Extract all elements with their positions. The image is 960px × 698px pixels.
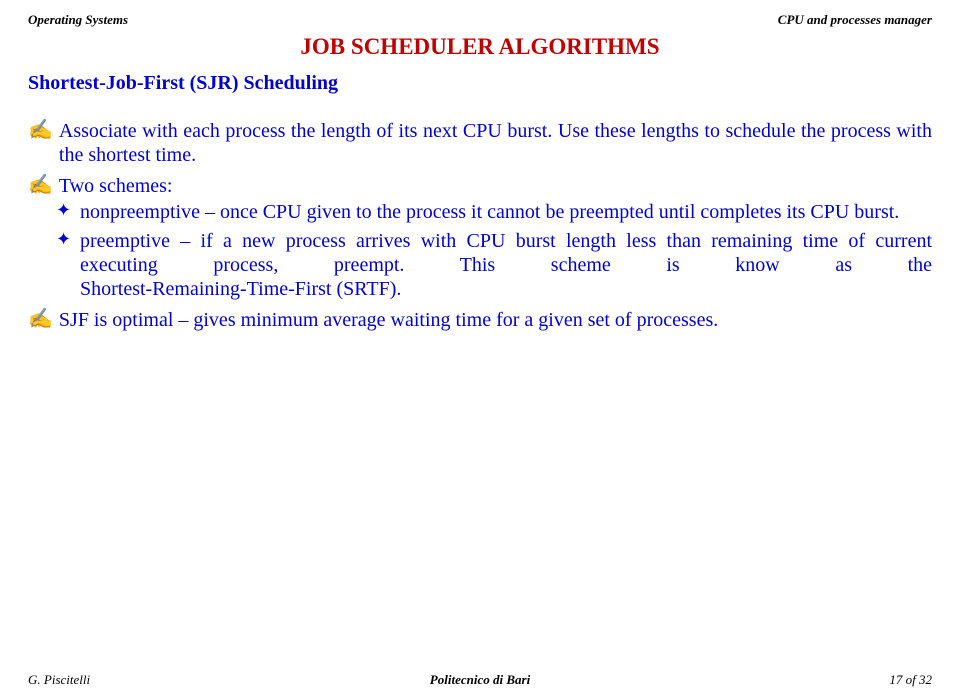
sub-bullet-text: preemptive – if a new process arrives wi… xyxy=(80,229,932,302)
page: Operating Systems CPU and processes mana… xyxy=(0,0,960,698)
section-heading: Shortest-Job-First (SJR) Scheduling xyxy=(28,72,932,95)
bullet-item: ✍ SJF is optimal – gives minimum average… xyxy=(28,308,932,332)
bullet-text: SJF is optimal – gives minimum average w… xyxy=(59,308,932,332)
body-content: ✍ Associate with each process the length… xyxy=(28,119,932,332)
sub-bullet-item: ✦ preemptive – if a new process arrives … xyxy=(56,229,932,302)
hand-icon: ✍ xyxy=(28,308,53,332)
text-line: executing process, preempt. This scheme … xyxy=(80,253,932,277)
bullet-item: ✍ Two schemes: xyxy=(28,174,932,198)
diamond-icon: ✦ xyxy=(56,200,80,222)
sub-bullet-text: nonpreemptive – once CPU given to the pr… xyxy=(80,200,932,224)
bullet-text: Associate with each process the length o… xyxy=(59,119,932,168)
page-footer: G. Piscitelli Politecnico di Bari 17 of … xyxy=(28,672,932,688)
header-right: CPU and processes manager xyxy=(778,12,932,28)
footer-page-number: 17 of 32 xyxy=(889,672,932,688)
text-line: preemptive – if a new process arrives wi… xyxy=(80,229,932,253)
hand-icon: ✍ xyxy=(28,119,53,143)
header-left: Operating Systems xyxy=(28,12,128,28)
footer-institution: Politecnico di Bari xyxy=(28,672,932,688)
page-title: JOB SCHEDULER ALGORITHMS xyxy=(28,34,932,60)
text-line: Shortest-Remaining-Time-First (SRTF). xyxy=(80,277,932,301)
bullet-text: Two schemes: xyxy=(59,174,932,198)
page-header: Operating Systems CPU and processes mana… xyxy=(28,12,932,28)
diamond-icon: ✦ xyxy=(56,229,80,251)
bullet-item: ✍ Associate with each process the length… xyxy=(28,119,932,168)
sub-bullet-item: ✦ nonpreemptive – once CPU given to the … xyxy=(56,200,932,224)
footer-author: G. Piscitelli xyxy=(28,672,90,688)
hand-icon: ✍ xyxy=(28,174,53,198)
